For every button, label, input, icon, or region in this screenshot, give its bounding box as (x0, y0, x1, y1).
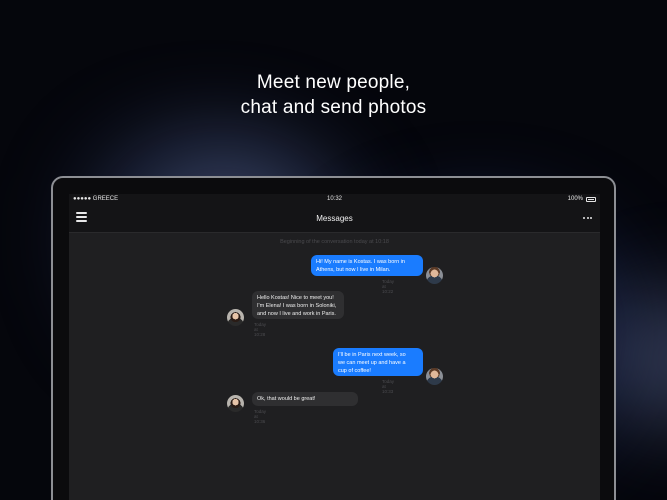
more-options-icon[interactable] (583, 215, 593, 221)
tablet-screen: ●●●●● GREECE 10:32 100% Messages Beginni… (69, 194, 600, 500)
message-thread[interactable]: Beginning of the conversation today at 1… (69, 233, 600, 500)
page-title: Messages (316, 214, 353, 223)
conversation-start-label: Beginning of the conversation today at 1… (280, 239, 389, 245)
message-timestamp: Today at 10:22 (382, 279, 395, 294)
battery-percent: 100% (567, 196, 583, 202)
status-time: 10:32 (326, 196, 342, 202)
message-timestamp: Today at 10:36 (254, 409, 267, 424)
battery-status: 100% (568, 194, 596, 204)
contact-avatar[interactable] (227, 395, 244, 412)
app-store-screenshot: Meet new people, chat and send photos ●●… (0, 0, 667, 500)
message-bubble[interactable]: Hi! My name is Kostas. I was born in Ath… (311, 255, 423, 276)
sender-avatar[interactable] (426, 368, 443, 385)
battery-icon (586, 196, 596, 202)
nav-bar: Messages (69, 204, 600, 233)
message-bubble[interactable]: I'll be in Paris next week, so we can me… (333, 348, 423, 376)
message-timestamp: Today at 10:33 (382, 379, 395, 394)
message-timestamp: Today at 10:28 (254, 322, 267, 337)
headline-line-2: chat and send photos (240, 97, 427, 118)
message-bubble[interactable]: Ok, that would be great! (252, 392, 358, 406)
contact-avatar[interactable] (227, 309, 244, 326)
message-bubble[interactable]: Hello Kostas! Nice to meet you! I'm Elen… (252, 291, 344, 319)
sender-avatar[interactable] (426, 267, 443, 284)
headline: Meet new people, chat and send photos (0, 70, 667, 120)
headline-line-1: Meet new people, (256, 72, 411, 93)
status-bar: ●●●●● GREECE 10:32 100% (69, 194, 600, 204)
tablet-frame: ●●●●● GREECE 10:32 100% Messages Beginni… (51, 176, 616, 500)
